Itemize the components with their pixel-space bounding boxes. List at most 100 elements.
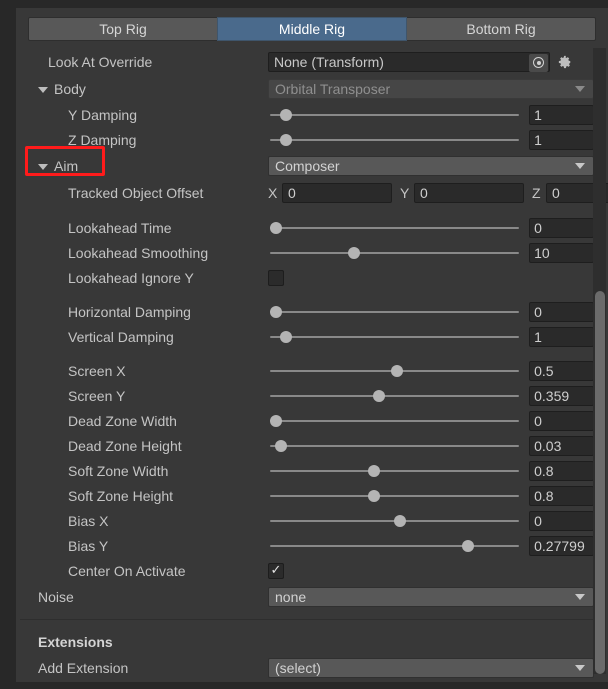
y-damping-slider[interactable]: [268, 106, 521, 124]
bias-x-label: Bias X: [68, 512, 109, 529]
tab-middle-rig[interactable]: Middle Rig: [217, 17, 407, 41]
slider-knob[interactable]: [269, 414, 282, 427]
body-label-cell: Body: [20, 75, 264, 102]
inspector-body: Top Rig Middle Rig Bottom Rig Look At Ov…: [16, 8, 608, 682]
add-extension-value: (select): [275, 659, 321, 676]
horizontal-damping-value-input[interactable]: 0: [529, 301, 594, 322]
noise-dropdown[interactable]: none: [268, 586, 594, 607]
lookahead-smoothing-field-cell: 10: [268, 240, 594, 265]
dead-zone-height-label: Dead Zone Height: [68, 437, 182, 454]
unity-inspector-panel: Top Rig Middle Rig Bottom Rig Look At Ov…: [0, 0, 608, 689]
bias-y-slider[interactable]: [268, 537, 521, 555]
center-on-activate-checkbox[interactable]: ✓: [268, 562, 284, 579]
vertical-damping-slider[interactable]: [268, 328, 521, 346]
screen-y-field-cell: 0.359: [268, 383, 594, 408]
body-field-cell: Orbital Transposer: [268, 75, 594, 102]
y-damping-value-input[interactable]: 1: [529, 104, 594, 125]
slider-knob[interactable]: [348, 246, 361, 259]
look-at-override-object-field[interactable]: None (Transform): [268, 51, 550, 72]
aim-label-cell: Aim: [20, 152, 264, 179]
add-extension-dropdown[interactable]: (select): [268, 657, 594, 678]
body-foldout-arrow-icon[interactable]: [38, 86, 48, 93]
soft-zone-height-value-input[interactable]: 0.8: [529, 485, 594, 506]
row-lookahead-smoothing: Lookahead Smoothing 10: [20, 240, 604, 265]
lookahead-time-value-input[interactable]: 0: [529, 217, 594, 238]
slider-track: [270, 444, 520, 447]
dead-zone-height-value-input[interactable]: 0.03: [529, 435, 594, 456]
row-noise: Noise none: [20, 583, 604, 610]
slider-knob[interactable]: [368, 489, 381, 502]
bias-x-slider[interactable]: [268, 512, 521, 530]
y-damping-label-cell: Y Damping: [20, 102, 264, 127]
body-algorithm-dropdown[interactable]: Orbital Transposer: [268, 78, 594, 99]
z-damping-slider[interactable]: [268, 131, 521, 149]
extensions-title: Extensions: [38, 633, 113, 650]
lookahead-time-field-cell: 0: [268, 215, 594, 240]
slider-knob[interactable]: [461, 539, 474, 552]
lookahead-time-slider[interactable]: [268, 219, 521, 237]
horizontal-damping-slider[interactable]: [268, 303, 521, 321]
group-spacer-4: [20, 610, 604, 619]
tab-bottom-rig[interactable]: Bottom Rig: [406, 17, 596, 41]
scrollbar-thumb[interactable]: [595, 291, 605, 674]
tab-bottom-rig-label: Bottom Rig: [466, 21, 536, 37]
lookahead-ignore-y-checkbox[interactable]: [268, 269, 284, 286]
slider-track: [270, 310, 520, 313]
soft-zone-height-slider[interactable]: [268, 487, 521, 505]
screen-x-slider[interactable]: [268, 362, 521, 380]
tracked-offset-x-input[interactable]: 0: [282, 182, 392, 203]
lookahead-ignore-y-label-cell: Lookahead Ignore Y: [20, 265, 264, 290]
tab-top-rig-label: Top Rig: [99, 21, 147, 37]
z-damping-value-input[interactable]: 1: [529, 129, 594, 150]
chevron-down-icon: [575, 664, 585, 671]
tab-middle-rig-label: Middle Rig: [278, 21, 346, 37]
panel-bottom-gutter: [0, 682, 608, 689]
axis-x-label: X: [268, 184, 278, 201]
bias-y-value-input[interactable]: 0.27799: [529, 535, 594, 556]
slider-knob[interactable]: [373, 389, 386, 402]
dead-zone-width-value-input[interactable]: 0: [529, 410, 594, 431]
add-extension-field-cell: (select): [268, 654, 594, 681]
slider-knob[interactable]: [391, 364, 404, 377]
look-at-override-label: Look At Override: [48, 53, 153, 70]
aim-foldout-arrow-icon[interactable]: [38, 163, 48, 170]
slider-knob[interactable]: [269, 305, 282, 318]
lookahead-smoothing-value-input[interactable]: 10: [529, 242, 594, 263]
aim-algorithm-dropdown[interactable]: Composer: [268, 155, 594, 176]
slider-knob[interactable]: [279, 108, 292, 121]
lookahead-smoothing-slider[interactable]: [268, 244, 521, 262]
dead-zone-width-label-cell: Dead Zone Width: [20, 408, 264, 433]
vertical-scrollbar[interactable]: [593, 48, 606, 674]
slider-knob[interactable]: [279, 133, 292, 146]
screen-y-value-input[interactable]: 0.359: [529, 385, 594, 406]
slider-track: [270, 469, 520, 472]
dead-zone-width-label: Dead Zone Width: [68, 412, 177, 429]
row-z-damping: Z Damping 1: [20, 127, 604, 152]
dead-zone-width-slider[interactable]: [268, 412, 521, 430]
gear-icon[interactable]: [554, 52, 576, 72]
slider-knob[interactable]: [274, 439, 287, 452]
target-circle-icon[interactable]: [529, 53, 548, 72]
soft-zone-width-slider[interactable]: [268, 462, 521, 480]
group-spacer-1: [20, 206, 604, 215]
tracked-offset-y-input[interactable]: 0: [414, 182, 524, 203]
center-on-activate-label: Center On Activate: [68, 562, 186, 579]
bias-x-value-input[interactable]: 0: [529, 510, 594, 531]
slider-knob[interactable]: [368, 464, 381, 477]
screen-y-slider[interactable]: [268, 387, 521, 405]
dead-zone-height-slider[interactable]: [268, 437, 521, 455]
slider-knob[interactable]: [393, 514, 406, 527]
tab-top-rig[interactable]: Top Rig: [28, 17, 218, 41]
aim-label: Aim: [54, 157, 79, 174]
slider-knob[interactable]: [279, 330, 292, 343]
tracked-object-offset-field-cell: X 0 Y 0 Z 0: [268, 179, 608, 206]
screen-y-label-cell: Screen Y: [20, 383, 264, 408]
screen-x-value-input[interactable]: 0.5: [529, 360, 594, 381]
axis-z-label: Z: [532, 184, 541, 201]
noise-label-cell: Noise: [20, 583, 264, 610]
vertical-damping-value-input[interactable]: 1: [529, 326, 594, 347]
soft-zone-width-value-input[interactable]: 0.8: [529, 460, 594, 481]
bias-y-label-cell: Bias Y: [20, 533, 264, 558]
slider-knob[interactable]: [269, 221, 282, 234]
lookahead-ignore-y-label: Lookahead Ignore Y: [68, 269, 194, 286]
